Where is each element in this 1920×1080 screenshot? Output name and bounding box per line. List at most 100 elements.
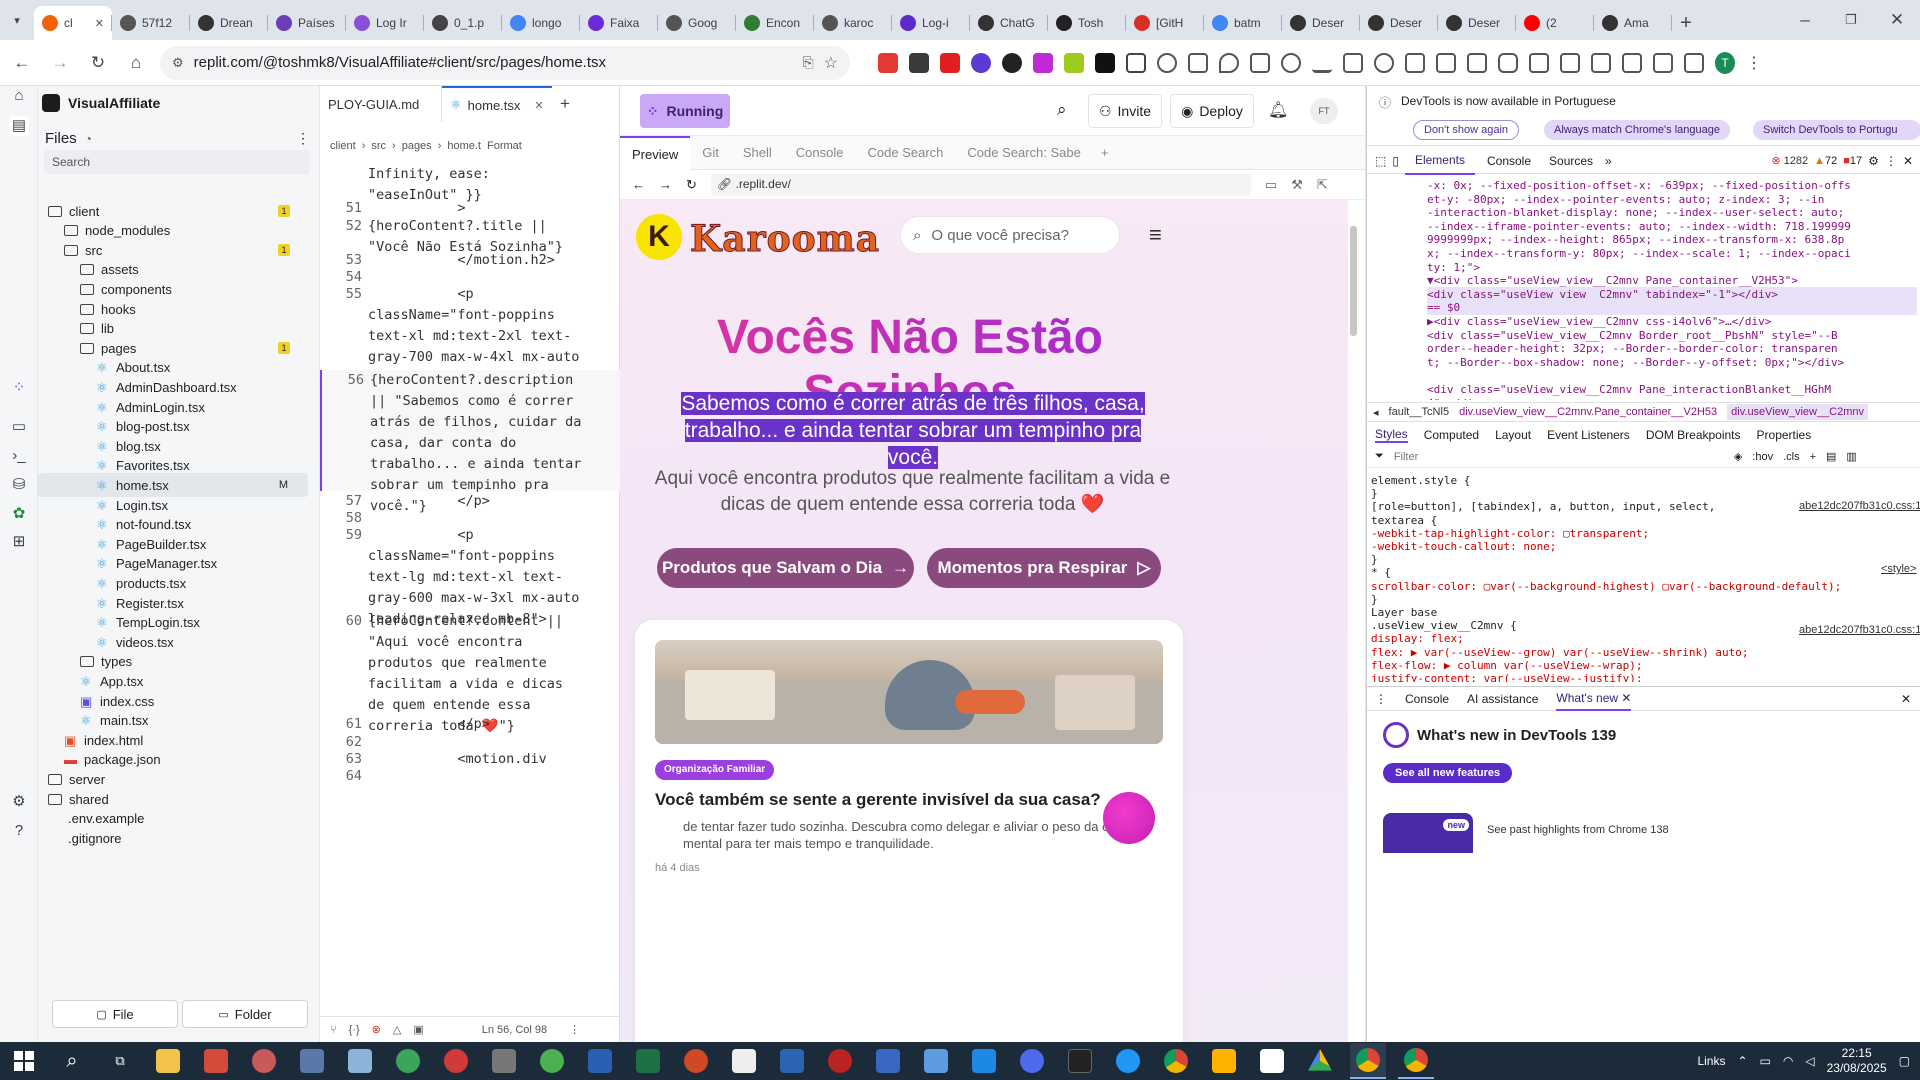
forward-icon[interactable]: → <box>46 49 74 77</box>
match-language-button[interactable]: Always match Chrome's language <box>1544 120 1730 140</box>
links-toolbar[interactable]: Links <box>1697 1054 1725 1068</box>
css-rule-line[interactable]: justify-content: var(--useView--justify)… <box>1371 672 1916 682</box>
clock[interactable]: 22:15 23/08/2025 <box>1827 1046 1887 1076</box>
puzzle-icon[interactable] <box>1126 52 1146 73</box>
cls-toggle[interactable]: .cls <box>1783 451 1800 463</box>
close-window-icon[interactable]: ✕ <box>1874 6 1920 34</box>
css-source-link[interactable]: abe12dc207fb31c0.css:1 <box>1799 624 1920 636</box>
css-rule-line[interactable]: scrollbar-color: ▢var(--background-highe… <box>1371 580 1916 594</box>
database-icon[interactable]: ⛁ <box>9 475 29 495</box>
error-count-badge[interactable]: ⊗ 1282 <box>1771 154 1808 167</box>
breadcrumb-item[interactable]: pages <box>402 140 432 152</box>
extension-icon[interactable] <box>1095 52 1115 73</box>
css-source-link[interactable]: <style> <box>1881 563 1916 575</box>
tab-search-icon[interactable]: ▾ <box>0 3 34 37</box>
status-menu-icon[interactable]: ⋮ <box>569 1023 580 1036</box>
notifications-icon[interactable]: ▢ <box>1899 1054 1910 1068</box>
extension-icon[interactable] <box>1560 52 1580 73</box>
code-line[interactable]: 58 <box>320 508 620 526</box>
devtools-wrench-icon[interactable]: ⚒ <box>1291 177 1303 193</box>
past-highlights-link[interactable]: See past highlights from Chrome 138 <box>1487 824 1669 836</box>
bookmark-star-icon[interactable]: ☆ <box>824 53 838 73</box>
extension-icon[interactable] <box>878 52 898 73</box>
extension-icon[interactable] <box>1436 52 1456 73</box>
browser-tab[interactable]: Deser <box>1282 6 1360 40</box>
battery-icon[interactable]: ▭ <box>1760 1054 1771 1068</box>
open-new-tab-icon[interactable]: ⇱ <box>1317 177 1328 193</box>
warning-count-badge[interactable]: ▲72 <box>1814 155 1837 167</box>
settings-icon[interactable]: ⚙ <box>9 792 29 812</box>
address-bar[interactable]: ⚙ replit.com/@toshmk8/VisualAffiliate#cl… <box>160 45 850 80</box>
new-file-button[interactable]: ▢ File <box>52 1000 178 1028</box>
issues-count-badge[interactable]: ■17 <box>1843 155 1862 167</box>
taskbar-app-icon[interactable] <box>918 1043 954 1079</box>
extension-icon[interactable] <box>1157 52 1177 73</box>
home-icon[interactable]: ⌂ <box>122 49 150 77</box>
browser-tab[interactable]: Log Ir <box>346 6 424 40</box>
preview-back-icon[interactable]: ← <box>632 177 645 192</box>
invite-button[interactable]: ⚇ Invite <box>1088 94 1162 128</box>
browser-tab[interactable]: Faixa <box>580 6 658 40</box>
category-tag[interactable]: Organização Familiar <box>655 760 775 780</box>
back-icon[interactable]: ← <box>8 49 36 77</box>
dom-node-line[interactable]: t; --Border--box-shadow: none; --Border-… <box>1427 355 1917 370</box>
css-rule-line[interactable]: * { <box>1371 566 1916 580</box>
highlight-thumbnail[interactable]: new <box>1383 813 1473 853</box>
taskbar-app-icon[interactable] <box>438 1043 474 1079</box>
error-icon[interactable]: ⊗ <box>372 1023 381 1036</box>
floating-action-button[interactable] <box>1103 792 1155 844</box>
calculator-icon[interactable] <box>294 1043 330 1079</box>
browser-tab[interactable]: Tosh <box>1048 6 1126 40</box>
new-rule-icon[interactable]: + <box>1810 451 1816 463</box>
browser-tab[interactable]: Países <box>268 6 346 40</box>
hov-toggle[interactable]: :hov <box>1752 451 1773 463</box>
drawer-tab-whats-new[interactable]: What's new ✕ <box>1556 687 1632 711</box>
taskbar-app-icon[interactable] <box>342 1043 378 1079</box>
taskbar-app-icon[interactable] <box>1206 1043 1242 1079</box>
code-line[interactable]: 62 <box>320 732 620 750</box>
code-line[interactable]: 56 {heroContent?.description || "Sabemos … <box>320 370 620 514</box>
new-folder-button[interactable]: ▭ Folder <box>182 1000 308 1028</box>
devtools-menu-icon[interactable]: ⋮ <box>1885 154 1897 168</box>
browser-tab[interactable]: karoc <box>814 6 892 40</box>
code-line[interactable]: 52 {heroContent?.title || "Você Não Está … <box>320 216 620 255</box>
extension-icon[interactable] <box>1064 52 1084 73</box>
browser-tab[interactable]: [GitH <box>1126 6 1204 40</box>
braces-icon[interactable]: {·} <box>349 1024 360 1036</box>
code-line[interactable]: 59 <p className="font-poppins text-lg md… <box>320 525 620 627</box>
extension-icon[interactable] <box>971 52 991 73</box>
preview-tab[interactable]: Code Search <box>856 136 956 170</box>
print-icon[interactable] <box>1343 52 1363 73</box>
files-menu-icon[interactable]: ⋮ <box>296 130 310 147</box>
media-icon[interactable] <box>1653 52 1673 73</box>
browser-tab[interactable]: (2 <box>1516 6 1594 40</box>
devices-icon[interactable]: ▭ <box>1265 177 1277 193</box>
extension-icon[interactable] <box>940 52 960 73</box>
close-tab-icon[interactable]: ✕ <box>534 99 543 112</box>
wifi-icon[interactable]: ◠ <box>1783 1054 1793 1068</box>
browser-tab[interactable]: Encon <box>736 6 814 40</box>
paint-icon[interactable]: ◈ <box>1734 450 1742 463</box>
browser-tab[interactable]: 57f12 <box>112 6 190 40</box>
chrome-window-icon[interactable] <box>1398 1043 1434 1079</box>
code-line[interactable]: 51 > <box>320 198 620 216</box>
key-icon[interactable] <box>1188 52 1208 73</box>
new-pane-tab-icon[interactable]: + <box>1093 145 1117 160</box>
preview-scrollbar[interactable] <box>1350 206 1358 1026</box>
karooma-logo-icon[interactable]: K <box>636 214 682 260</box>
google-drive-icon[interactable] <box>1302 1043 1338 1079</box>
files-search-input[interactable]: Search <box>44 150 310 174</box>
breadcrumb-item[interactable]: src <box>371 140 386 152</box>
cursor-position[interactable]: Ln 56, Col 98 <box>482 1024 547 1036</box>
terminal-icon[interactable] <box>1062 1043 1098 1079</box>
minimize-icon[interactable]: – <box>1782 6 1828 34</box>
styles-subtab[interactable]: Layout <box>1495 428 1531 442</box>
install-icon[interactable]: ⎘ <box>802 54 813 71</box>
css-rule-line[interactable]: flex-flow: ▶ column var(--useView--wrap)… <box>1371 659 1916 673</box>
extension-icon[interactable] <box>1529 52 1549 73</box>
taskbar-app-icon[interactable] <box>1110 1043 1146 1079</box>
warning-icon[interactable]: △ <box>393 1023 401 1036</box>
taskbar-app-icon[interactable] <box>1254 1043 1290 1079</box>
site-search-box[interactable]: ⌕ O que você precisa? <box>900 216 1120 254</box>
new-editor-tab-icon[interactable]: + <box>552 86 580 122</box>
